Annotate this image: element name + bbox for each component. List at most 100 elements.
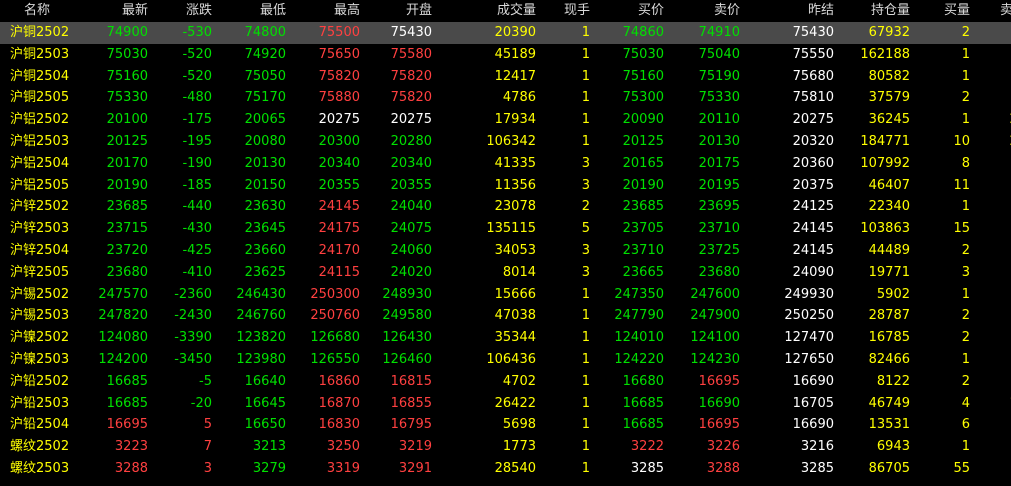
cell-open-interest: 36245: [868, 112, 910, 128]
cell-bid-vol: 1: [961, 439, 970, 455]
table-row[interactable]: 沪铝2502 20100 -175 20065 20275 20275 17934 1 2009…: [0, 109, 1011, 131]
cell-change: -410: [182, 264, 212, 280]
cell-bid: 20165: [622, 155, 664, 171]
cell-last: 16685: [106, 395, 148, 411]
table-row[interactable]: 沪锌2505 23680 -410 23625 24115 24020 8014 3 23665…: [0, 262, 1011, 284]
cell-volume: 28540: [494, 460, 536, 476]
cell-volume: 106342: [486, 133, 536, 149]
cell-change: -520: [182, 68, 212, 84]
cell-ask: 75040: [698, 46, 740, 62]
table-row[interactable]: 螺纹2502 3223 7 3213 3250 3219 1773 1 3222 3226 3216…: [0, 436, 1011, 458]
cell-ask: 16690: [698, 395, 740, 411]
cell-bid-vol: 10: [953, 133, 970, 149]
cell-high: 126680: [310, 330, 360, 346]
cell-ask: 20175: [698, 155, 740, 171]
col-header-change[interactable]: 涨跌: [152, 0, 216, 22]
cell-bid-vol: 3: [961, 264, 970, 280]
cell-prev-settle: 24090: [792, 264, 834, 280]
cell-prev-settle: 20275: [792, 112, 834, 128]
cell-open-interest: 46407: [868, 177, 910, 193]
cell-last: 20170: [106, 155, 148, 171]
table-row[interactable]: 沪铅2503 16685 -20 16645 16870 16855 26422 1 16685…: [0, 393, 1011, 415]
col-header-current-lot[interactable]: 现手: [540, 0, 594, 22]
cell-current-lot: 1: [581, 90, 590, 106]
table-row[interactable]: 沪铜2504 75160 -520 75050 75820 75820 12417 1 7516…: [0, 66, 1011, 88]
cell-bid: 23665: [622, 264, 664, 280]
col-header-volume[interactable]: 成交量: [436, 0, 540, 22]
cell-volume: 12417: [494, 68, 536, 84]
cell-change: 5: [203, 417, 212, 433]
cell-open: 126460: [382, 351, 432, 367]
table-row[interactable]: 沪铝2504 20170 -190 20130 20340 20340 41335 3 2016…: [0, 153, 1011, 175]
cell-ask-vol: 6: [974, 327, 1011, 349]
cell-last: 16695: [106, 417, 148, 433]
cell-open-interest: 184771: [860, 133, 910, 149]
col-header-open-interest[interactable]: 持仓量: [838, 0, 914, 22]
cell-current-lot: 1: [581, 460, 590, 476]
table-row[interactable]: 沪锌2502 23685 -440 23630 24145 24040 23078 2 2368…: [0, 196, 1011, 218]
cell-low: 23630: [244, 199, 286, 215]
col-header-name[interactable]: 名称: [0, 0, 78, 22]
cell-name: 沪铝2503: [10, 133, 70, 149]
cell-open: 3219: [398, 439, 432, 455]
cell-low: 246430: [236, 286, 286, 302]
cell-current-lot: 1: [581, 373, 590, 389]
cell-low: 74920: [244, 46, 286, 62]
col-header-high[interactable]: 最高: [290, 0, 364, 22]
cell-name: 沪锡2502: [10, 286, 70, 302]
table-row[interactable]: 沪铜2502 74900 -530 74800 75500 75430 20390 1 7486…: [0, 22, 1011, 44]
cell-high: 20300: [318, 133, 360, 149]
table-row[interactable]: 沪铜2505 75330 -480 75170 75880 75820 4786 1 75300…: [0, 87, 1011, 109]
cell-low: 16650: [244, 417, 286, 433]
col-header-bid-vol[interactable]: 买量: [914, 0, 974, 22]
table-row[interactable]: 沪镍2502 124080 -3390 123820 126680 126430 35344…: [0, 327, 1011, 349]
cell-open: 75580: [390, 46, 432, 62]
cell-low: 20150: [244, 177, 286, 193]
cell-prev-settle: 20320: [792, 133, 834, 149]
cell-open: 75820: [390, 68, 432, 84]
table-row[interactable]: 沪铅2504 16695 5 16650 16830 16795 5698 1 16685 166…: [0, 414, 1011, 436]
table-row[interactable]: 沪铝2505 20190 -185 20150 20355 20355 11356 3 2019…: [0, 175, 1011, 197]
cell-name: 沪铅2504: [10, 417, 70, 433]
cell-volume: 45189: [494, 46, 536, 62]
col-header-bid[interactable]: 买价: [594, 0, 668, 22]
table-row[interactable]: 沪铝2503 20125 -195 20080 20300 20280 106342 1 201…: [0, 131, 1011, 153]
cell-change: 7: [203, 439, 212, 455]
cell-prev-settle: 75810: [792, 90, 834, 106]
cell-volume: 106436: [486, 351, 536, 367]
cell-open-interest: 86705: [868, 460, 910, 476]
table-row[interactable]: 沪锌2504 23720 -425 23660 24170 24060 34053 3 2371…: [0, 240, 1011, 262]
col-header-open[interactable]: 开盘: [364, 0, 436, 22]
cell-open-interest: 5902: [876, 286, 910, 302]
cell-open: 16855: [390, 395, 432, 411]
cell-open-interest: 13531: [868, 417, 910, 433]
cell-prev-settle: 20375: [792, 177, 834, 193]
table-row[interactable]: 沪铅2502 16685 -5 16640 16860 16815 4702 1 16680 16…: [0, 371, 1011, 393]
cell-open-interest: 8122: [876, 373, 910, 389]
table-row[interactable]: 沪锡2503 247820 -2430 246760 250760 249580 47038…: [0, 305, 1011, 327]
table-row[interactable]: 沪铜2503 75030 -520 74920 75650 75580 45189 1 7503…: [0, 44, 1011, 66]
cell-high: 75500: [318, 25, 360, 40]
cell-bid-vol: 2: [961, 242, 970, 258]
col-header-ask-vol[interactable]: 卖量: [974, 0, 1011, 22]
table-row[interactable]: 沪镍2503 124200 -3450 123980 126550 126460 10643…: [0, 349, 1011, 371]
cell-name: 沪铜2505: [10, 90, 70, 106]
col-header-low[interactable]: 最低: [216, 0, 290, 22]
cell-volume: 35344: [494, 330, 536, 346]
table-row[interactable]: 沪锌2503 23715 -430 23645 24175 24075 135115 5 237…: [0, 218, 1011, 240]
table-row[interactable]: 沪锡2502 247570 -2360 246430 250300 248930 15666…: [0, 284, 1011, 306]
cell-change: 3: [203, 460, 212, 476]
cell-open: 75820: [390, 90, 432, 106]
table-row[interactable]: 螺纹2503 3288 3 3279 3319 3291 28540 1 3285 3288 328…: [0, 458, 1011, 480]
col-header-prev-settle[interactable]: 昨结: [744, 0, 838, 22]
cell-bid: 75160: [622, 68, 664, 84]
cell-open-interest: 19771: [868, 264, 910, 280]
cell-ask: 23710: [698, 221, 740, 237]
cell-low: 20065: [244, 112, 286, 128]
col-header-last[interactable]: 最新: [78, 0, 152, 22]
cell-current-lot: 3: [581, 177, 590, 193]
cell-bid: 23705: [622, 221, 664, 237]
cell-bid: 16685: [622, 395, 664, 411]
cell-high: 126550: [310, 351, 360, 367]
col-header-ask[interactable]: 卖价: [668, 0, 744, 22]
